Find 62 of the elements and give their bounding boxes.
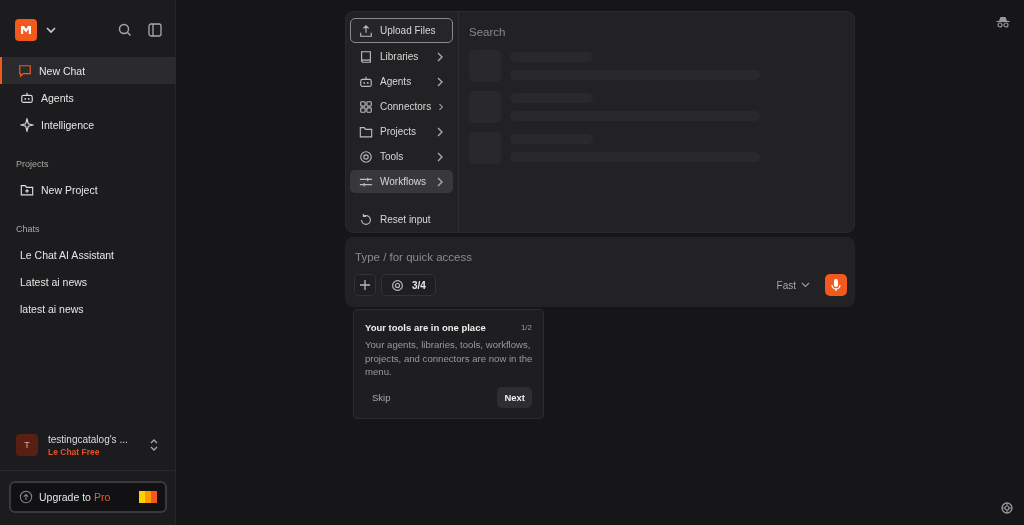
menu-item[interactable]: Workflows xyxy=(350,170,453,193)
nav-item[interactable]: New Chat xyxy=(0,57,176,84)
search-icon[interactable] xyxy=(118,22,132,37)
nav-item[interactable]: Agents xyxy=(0,84,176,111)
robot-icon xyxy=(359,74,373,89)
book-icon xyxy=(359,49,373,64)
section-heading: Chats xyxy=(15,223,41,236)
search-field[interactable]: Search xyxy=(469,24,669,40)
chat-item[interactable]: latest ai news xyxy=(0,295,176,322)
sidebar-toggle-icon[interactable] xyxy=(148,22,162,37)
chat-item[interactable]: Le Chat AI Assistant xyxy=(0,241,176,268)
section-heading: Projects xyxy=(15,158,50,171)
folder-plus-icon xyxy=(20,182,34,197)
nav-item[interactable]: Intelligence xyxy=(0,111,176,138)
upgrade-button[interactable]: Upgrade to Pro xyxy=(9,481,167,513)
upload-icon xyxy=(359,23,373,38)
avatar: T xyxy=(16,434,38,456)
menu-item[interactable]: Upload Files xyxy=(350,18,453,43)
chevron-right-icon xyxy=(436,126,444,137)
menu-item[interactable]: Projects xyxy=(350,120,453,143)
grid-icon xyxy=(359,99,373,114)
menu-item[interactable]: Agents xyxy=(350,70,453,93)
gradient-icon xyxy=(139,491,157,503)
chat-item[interactable]: Latest ai news xyxy=(0,268,176,295)
tour-text: Your agents, libraries, tools, workflows, projects, and connectors are now in the menu. xyxy=(365,338,534,379)
arrow-up-circle-icon xyxy=(19,490,33,504)
microphone-button[interactable] xyxy=(825,274,847,296)
add-button[interactable] xyxy=(354,274,376,296)
chevron-right-icon xyxy=(436,151,444,162)
logo-icon[interactable] xyxy=(15,18,37,41)
account-name: testingcatalog's ... xyxy=(48,433,129,445)
chevron-right-icon xyxy=(438,101,444,112)
chevron-right-icon xyxy=(436,51,444,62)
menu-item[interactable]: Tools xyxy=(350,145,453,168)
nav-item[interactable]: New Project xyxy=(0,176,176,203)
incognito-icon[interactable] xyxy=(996,16,1010,28)
chat-bubble-icon xyxy=(18,63,32,78)
robot-icon xyxy=(20,90,34,105)
prompt-field[interactable]: Type / for quick access xyxy=(354,248,654,266)
gear-icon xyxy=(359,149,373,164)
reset-icon xyxy=(359,212,373,227)
plan-label: Le Chat Free xyxy=(48,446,101,457)
expand-icon[interactable] xyxy=(149,438,159,452)
folder-icon xyxy=(359,124,373,139)
mode-dropdown[interactable]: Fast xyxy=(776,279,810,291)
chevron-right-icon xyxy=(436,76,444,87)
step-counter: 1/2 xyxy=(520,323,532,332)
microphone-icon xyxy=(830,278,842,292)
reset-button[interactable]: Reset input xyxy=(350,208,453,231)
menu-item[interactable]: Connectors xyxy=(350,95,453,118)
plus-icon xyxy=(359,279,371,291)
tour-title: Your tools are in one place xyxy=(365,322,486,333)
chevron-right-icon xyxy=(436,176,444,187)
help-icon[interactable] xyxy=(1001,502,1013,514)
chevron-down-icon xyxy=(801,282,810,288)
tools-button[interactable]: 3/4 xyxy=(381,274,436,296)
chevron-down-icon[interactable] xyxy=(45,25,57,34)
gear-icon xyxy=(391,278,404,292)
menu-item[interactable]: Libraries xyxy=(350,45,453,68)
next-button[interactable]: Next xyxy=(497,386,532,408)
sparkle-icon xyxy=(20,117,34,132)
skip-button[interactable]: Skip xyxy=(365,391,398,403)
